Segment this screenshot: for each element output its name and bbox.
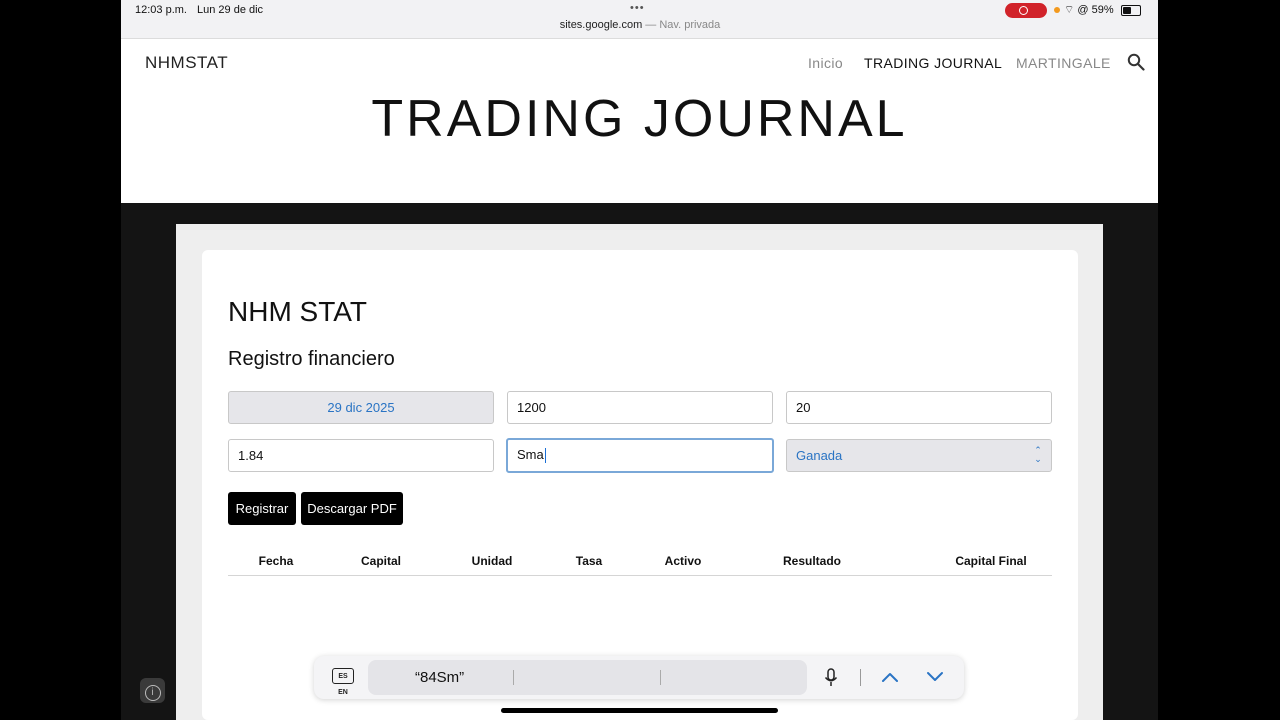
download-pdf-button[interactable]: Descargar PDF	[301, 492, 403, 525]
private-mode-label: — Nav. privada	[645, 19, 721, 31]
col-fecha: Fecha	[258, 554, 294, 568]
asset-field[interactable]: Sma	[506, 438, 774, 473]
col-tasa: Tasa	[575, 554, 603, 568]
nav-inicio[interactable]: Inicio	[808, 55, 843, 71]
suggestion-item[interactable]: “84Sm”	[415, 669, 464, 686]
rate-field[interactable]: 1.84	[228, 439, 494, 472]
language-switch-icon[interactable]: ES EN	[332, 668, 354, 696]
text-caret	[544, 448, 546, 464]
screen-recording-icon[interactable]	[1005, 3, 1047, 18]
toolbar-divider	[860, 669, 861, 686]
app-title: NHM STAT	[228, 296, 367, 327]
asset-field-value: Sma	[517, 447, 544, 462]
at-icon: @	[1077, 4, 1089, 16]
col-capital-final: Capital Final	[955, 554, 1027, 568]
site-header: NHMSTAT Inicio TRADING JOURNAL MARTINGAL…	[121, 39, 1158, 203]
page-title: TRADING JOURNAL	[371, 90, 908, 148]
wifi-icon: ⌔	[1064, 4, 1075, 16]
status-date: Lun 29 de dic	[197, 4, 264, 16]
result-select[interactable]: Ganada ⌃ ⌄	[786, 439, 1052, 472]
chevron-down-icon[interactable]	[925, 669, 945, 685]
suggestion-divider	[513, 670, 514, 685]
date-field[interactable]: 29 dic 2025	[228, 391, 494, 424]
col-capital: Capital	[360, 554, 401, 568]
url-text: sites.google.com	[559, 19, 643, 31]
app-subtitle: Registro financiero	[228, 348, 395, 370]
suggestion-divider	[660, 670, 661, 685]
info-icon[interactable]: i	[140, 678, 165, 703]
unit-field[interactable]: 20	[786, 391, 1052, 424]
mic-in-use-indicator-icon	[1054, 7, 1060, 13]
app-card: NHM STAT Registro financiero 29 dic 2025…	[202, 250, 1078, 720]
nav-martingale[interactable]: MARTINGALE	[1016, 55, 1111, 71]
col-resultado: Resultado	[782, 554, 841, 568]
result-select-value: Ganada	[796, 448, 843, 463]
chevron-up-icon[interactable]	[880, 669, 900, 685]
keyboard-suggestion-bar: ES EN “84Sm”	[314, 656, 964, 699]
status-icons: ⌔ @ 59%	[1064, 3, 1114, 17]
url-bar[interactable]: sites.google.com — Nav. privada	[0, 19, 1280, 31]
chevron-updown-icon: ⌃ ⌄	[1034, 445, 1042, 464]
screen: 12:03 p.m. Lun 29 de dic ••• sites.googl…	[0, 0, 1280, 720]
battery-icon	[1121, 5, 1141, 16]
suggestions-area: “84Sm”	[368, 660, 807, 695]
multitask-dots-icon[interactable]: •••	[630, 2, 645, 14]
microphone-icon[interactable]	[823, 668, 839, 688]
battery-percent: 59%	[1091, 4, 1114, 16]
col-unidad: Unidad	[471, 554, 513, 568]
status-time: 12:03 p.m.	[135, 4, 187, 16]
home-indicator[interactable]	[501, 708, 778, 713]
capital-field[interactable]: 1200	[507, 391, 773, 424]
nav-trading-journal[interactable]: TRADING JOURNAL	[864, 55, 1002, 71]
battery-level	[1123, 7, 1131, 14]
site-brand[interactable]: NHMSTAT	[145, 53, 228, 73]
register-button[interactable]: Registrar	[228, 492, 296, 525]
col-activo: Activo	[664, 554, 702, 568]
search-icon[interactable]	[1127, 53, 1145, 71]
table-header-row: Fecha Capital Unidad Tasa Activo Resulta…	[228, 547, 1052, 576]
